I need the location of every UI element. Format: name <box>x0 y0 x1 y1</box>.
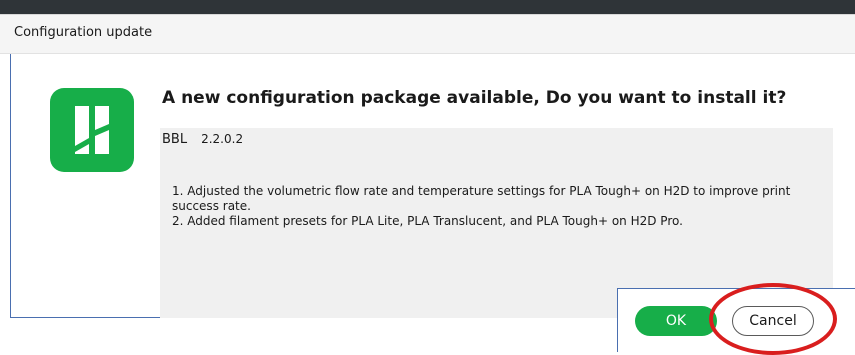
dialog-heading: A new configuration package available, D… <box>162 88 787 108</box>
cancel-button[interactable]: Cancel <box>732 306 814 336</box>
release-note-item: 1. Adjusted the volumetric flow rate and… <box>172 184 791 213</box>
top-bar <box>0 0 855 14</box>
dialog-title: Configuration update <box>14 25 153 40</box>
package-info: BBL 2.2.0.2 <box>162 132 243 147</box>
bambu-studio-icon <box>50 88 134 172</box>
package-name: BBL <box>162 132 188 147</box>
dialog-titlebar: Configuration update <box>0 14 855 54</box>
release-notes: 1. Adjusted the volumetric flow rate and… <box>172 184 822 229</box>
ok-button[interactable]: OK <box>635 306 717 336</box>
package-version: 2.2.0.2 <box>201 132 244 146</box>
release-note-item: 2. Added filament presets for PLA Lite, … <box>172 214 683 228</box>
